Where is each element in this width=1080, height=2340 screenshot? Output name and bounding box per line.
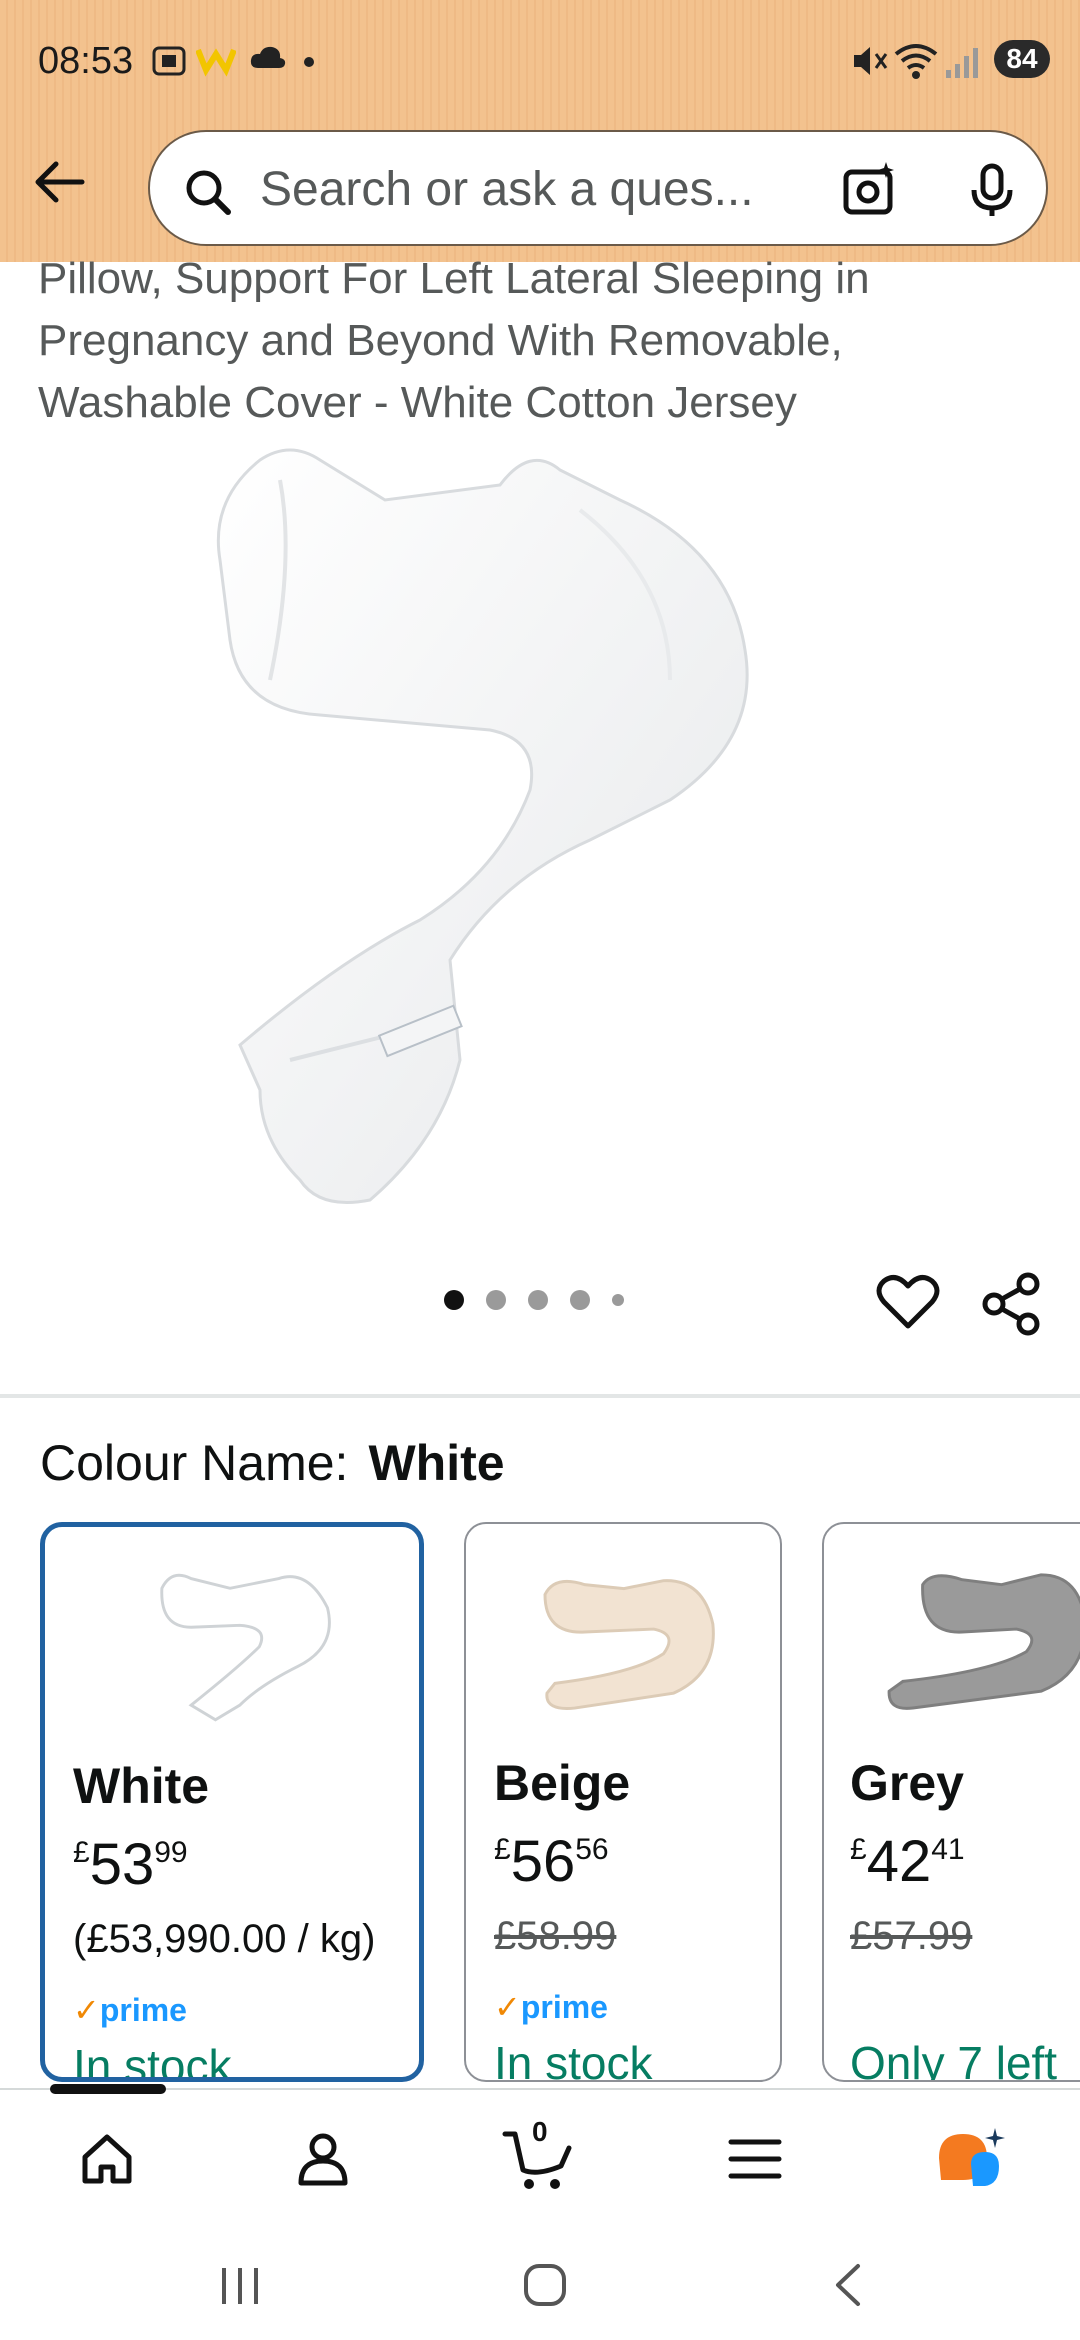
carousel-dot[interactable] bbox=[570, 1290, 590, 1310]
search-bar[interactable]: Search or ask a ques... bbox=[148, 130, 1048, 246]
search-icon bbox=[186, 170, 231, 215]
list-price: £57.99 bbox=[850, 1914, 973, 1958]
cart-count: 0 bbox=[532, 2116, 548, 2147]
screenshot-icon bbox=[152, 46, 186, 76]
heart-icon[interactable] bbox=[876, 1272, 940, 1332]
colour-label-text: Colour Name: bbox=[40, 1435, 349, 1491]
product-title-line: Pillow, Support For Left Lateral Sleepin… bbox=[38, 254, 870, 303]
prime-badge: ✓prime bbox=[494, 1989, 608, 2025]
back-button-icon[interactable] bbox=[828, 2260, 868, 2310]
status-time: 08:53 bbox=[38, 40, 134, 82]
nav-account[interactable] bbox=[278, 2114, 368, 2204]
unit-price: (£53,990.00 / kg) bbox=[73, 1917, 376, 1961]
stock-status: In stock bbox=[494, 2037, 653, 2082]
camera-search-icon[interactable] bbox=[840, 160, 900, 220]
wallet-icon bbox=[196, 48, 236, 77]
swatch-image bbox=[887, 1573, 1080, 1710]
colour-option-name: Beige bbox=[494, 1755, 631, 1811]
colour-option-grey[interactable]: Grey £4241 £57.99 Only 7 left bbox=[822, 1522, 1080, 2082]
section-divider bbox=[0, 1394, 1080, 1398]
nav-cart[interactable]: 0 bbox=[494, 2114, 584, 2204]
dot-icon bbox=[304, 57, 314, 67]
colour-selected-value: White bbox=[368, 1435, 505, 1491]
user-icon bbox=[298, 2133, 348, 2186]
colour-option-price: £5399 bbox=[73, 1832, 188, 1897]
share-icon[interactable] bbox=[982, 1272, 1042, 1336]
colour-option-price: £5656 bbox=[494, 1829, 609, 1894]
battery-indicator: 84 bbox=[994, 40, 1050, 78]
home-icon bbox=[82, 2134, 132, 2184]
nav-menu[interactable] bbox=[710, 2114, 800, 2204]
home-button-icon[interactable] bbox=[522, 2262, 568, 2308]
nav-rufus[interactable] bbox=[926, 2114, 1016, 2204]
colour-option-name: Grey bbox=[850, 1755, 964, 1811]
list-price: £58.99 bbox=[494, 1914, 617, 1958]
system-navigation-bar bbox=[0, 2228, 1080, 2340]
colour-option-white[interactable]: White £5399 (£53,990.00 / kg) ✓prime In … bbox=[40, 1522, 424, 2082]
wifi-icon bbox=[894, 44, 938, 79]
menu-icon bbox=[728, 2139, 782, 2179]
signal-icon bbox=[946, 48, 978, 78]
product-title: Pillow, Support For Left Lateral Sleepin… bbox=[38, 248, 1048, 434]
image-carousel-dots[interactable] bbox=[444, 1290, 646, 1310]
carousel-dot[interactable] bbox=[528, 1290, 548, 1310]
product-title-line: Washable Cover - White Cotton Jersey bbox=[38, 378, 797, 427]
stock-status: In stock bbox=[73, 2040, 232, 2082]
status-bar: 08:53 84 bbox=[0, 0, 1080, 120]
product-title-line: Pregnancy and Beyond With Removable, bbox=[38, 316, 843, 365]
back-arrow-icon[interactable] bbox=[28, 150, 92, 214]
colour-option-name: White bbox=[73, 1758, 210, 1814]
prime-badge: ✓prime bbox=[73, 1992, 187, 2028]
colour-option-price: £4241 bbox=[850, 1829, 965, 1894]
swatch-image bbox=[160, 1573, 331, 1722]
microphone-icon[interactable] bbox=[964, 160, 1020, 220]
cloud-icon bbox=[250, 46, 286, 68]
product-image[interactable] bbox=[200, 440, 880, 1220]
mute-icon bbox=[854, 47, 888, 75]
carousel-dot[interactable] bbox=[612, 1294, 624, 1306]
search-placeholder[interactable]: Search or ask a ques... bbox=[260, 162, 754, 217]
colour-option-beige[interactable]: Beige £5656 £58.99 ✓prime In stock bbox=[464, 1522, 782, 2082]
stock-status: Only 7 left bbox=[850, 2037, 1058, 2082]
recent-apps-icon[interactable] bbox=[216, 2264, 264, 2308]
carousel-dot[interactable] bbox=[444, 1290, 464, 1310]
nav-home[interactable] bbox=[62, 2114, 152, 2204]
colour-name-label: Colour Name: White bbox=[40, 1434, 505, 1492]
rufus-assistant-icon bbox=[939, 2128, 1005, 2186]
active-tab-indicator bbox=[50, 2084, 166, 2094]
carousel-dot[interactable] bbox=[486, 1290, 506, 1310]
swatch-image bbox=[543, 1579, 715, 1710]
